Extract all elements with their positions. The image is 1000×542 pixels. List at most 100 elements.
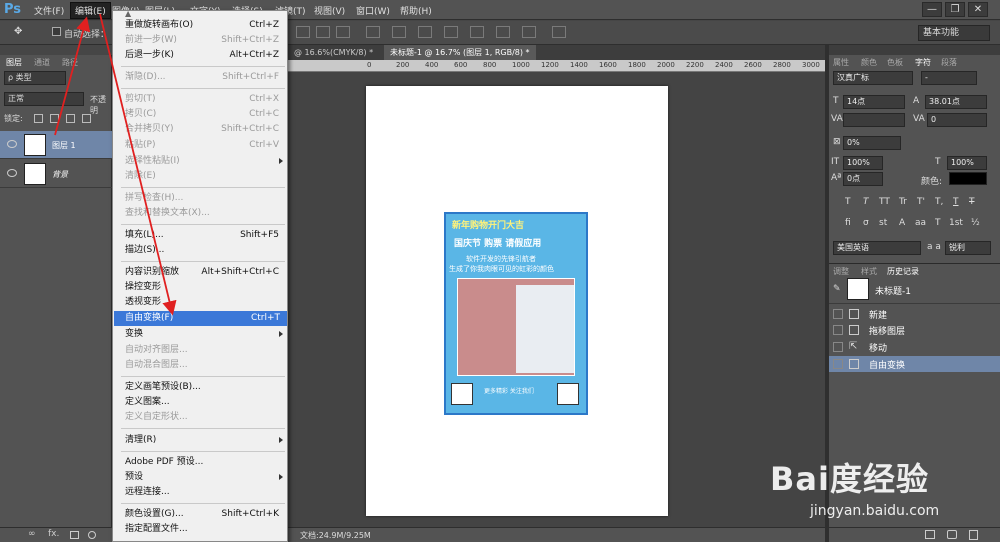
superscript-button[interactable]: T' (917, 197, 925, 207)
history-source-checkbox[interactable] (833, 359, 843, 369)
adjustment-layer-icon[interactable] (88, 531, 96, 539)
visibility-eye-icon[interactable] (7, 169, 17, 177)
history-source-checkbox[interactable] (833, 309, 843, 319)
minimize-button[interactable]: — (922, 2, 942, 17)
history-source-checkbox[interactable] (833, 325, 843, 335)
history-snapshot[interactable]: ✎ 未标题-1 (829, 276, 1000, 304)
menu-step-backward[interactable]: 后退一步(K) Alt+Ctrl+Z (125, 48, 287, 63)
menu-find-replace[interactable]: 查找和替换文本(X)... (125, 206, 287, 221)
font-style-select[interactable]: - (921, 71, 977, 85)
font-size-field[interactable]: 14点 (843, 95, 905, 109)
workspace-select[interactable]: 基本功能 (918, 25, 990, 41)
distribute-left-icon[interactable] (470, 26, 484, 38)
tab-properties[interactable]: 属性 (833, 57, 849, 68)
tab-swatches[interactable]: 色板 (887, 57, 903, 68)
menu-purge[interactable]: 清理(R) (125, 433, 287, 448)
align-bottom-icon[interactable] (336, 26, 350, 38)
leading-field[interactable]: 38.01点 (925, 95, 987, 109)
ligatures-button[interactable]: fi (845, 218, 851, 228)
menu-file[interactable]: 文件(F) (34, 4, 64, 17)
faux-italic-button[interactable]: T (863, 197, 869, 207)
horizontal-scale-field[interactable]: 100% (947, 156, 987, 170)
align-vcenter-icon[interactable] (316, 26, 330, 38)
layer-name[interactable]: 图层 1 (52, 140, 76, 151)
lock-position-icon[interactable] (66, 114, 75, 123)
menu-define-brush[interactable]: 定义画笔预设(B)... (125, 380, 287, 395)
menu-cut[interactable]: 剪切(T) Ctrl+X (125, 92, 287, 107)
all-caps-button[interactable]: TT (879, 197, 890, 207)
strikethrough-button[interactable]: T (969, 197, 975, 207)
menu-paste[interactable]: 粘贴(P) Ctrl+V (125, 138, 287, 153)
menu-fill[interactable]: 填充(L)... Shift+F5 (125, 228, 287, 243)
titling-button[interactable]: T (935, 218, 941, 228)
menu-redo-rotate[interactable]: 重做旋转画布(O) Ctrl+Z (125, 18, 287, 33)
kerning-field[interactable] (843, 113, 905, 127)
lock-pixels-icon[interactable] (50, 114, 59, 123)
small-caps-button[interactable]: Tr (899, 197, 907, 207)
tracking-field[interactable]: 0 (927, 113, 987, 127)
tab-paths[interactable]: 路径 (62, 57, 78, 68)
menu-remote-connections[interactable]: 远程连接... (125, 485, 287, 500)
menu-step-forward[interactable]: 前进一步(W) Shift+Ctrl+Z (125, 33, 287, 48)
history-item[interactable]: ⇱ 移动 (829, 339, 1000, 355)
old-style-button[interactable]: σ (863, 218, 869, 228)
layer-row-layer1[interactable]: 图层 1 (0, 131, 112, 159)
auto-select-checkbox[interactable] (52, 27, 61, 36)
menu-auto-align-layers[interactable]: 自动对齐图层... (125, 343, 287, 358)
tab-color[interactable]: 颜色 (861, 57, 877, 68)
history-item[interactable]: 新建 (829, 306, 1000, 322)
history-item[interactable]: 拖移图层 (829, 322, 1000, 338)
menu-adobe-pdf-presets[interactable]: Adobe PDF 预设... (125, 455, 287, 470)
distribute-hcenter-icon[interactable] (496, 26, 510, 38)
tab-character[interactable]: 字符 (915, 57, 931, 68)
link-layers-icon[interactable]: ∞ (28, 529, 36, 539)
menu-view[interactable]: 视图(V) (314, 4, 345, 17)
font-family-select[interactable]: 汉真广标 (833, 71, 913, 85)
lock-transparent-icon[interactable] (34, 114, 43, 123)
menu-copy-merged[interactable]: 合并拷贝(Y) Shift+Ctrl+C (125, 122, 287, 137)
menu-puppet-warp[interactable]: 操控变形 (125, 280, 287, 295)
auto-align-icon[interactable] (552, 26, 566, 38)
menu-define-pattern[interactable]: 定义图案... (125, 395, 287, 410)
menu-help[interactable]: 帮助(H) (400, 4, 432, 17)
menu-check-spelling[interactable]: 拼写检查(H)... (125, 191, 287, 206)
layer-kind-filter[interactable]: ρ 类型 (4, 71, 66, 85)
menu-content-aware-scale[interactable]: 内容识别缩放 Alt+Shift+Ctrl+C (125, 265, 287, 280)
vertical-scale-field[interactable]: 100% (843, 156, 883, 170)
swash-button[interactable]: A (899, 218, 905, 228)
lock-all-icon[interactable] (82, 114, 91, 123)
move-tool-icon[interactable]: ✥ (14, 26, 22, 37)
text-color-swatch[interactable] (949, 172, 987, 185)
visibility-eye-icon[interactable] (7, 140, 17, 148)
align-left-icon[interactable] (366, 26, 380, 38)
trash-icon[interactable] (969, 530, 978, 540)
scroll-up-icon[interactable]: ▲ (125, 9, 131, 18)
ordinals-button[interactable]: 1st (949, 218, 963, 228)
baseline-shift-field[interactable]: 0点 (843, 172, 883, 186)
menu-color-settings[interactable]: 颜色设置(G)... Shift+Ctrl+K (125, 507, 287, 522)
layer-effects-icon[interactable]: fx. (48, 529, 59, 539)
tab-layers[interactable]: 图层 (6, 57, 22, 68)
menu-fade[interactable]: 渐隐(D)... Shift+Ctrl+F (125, 70, 287, 85)
subscript-button[interactable]: T, (935, 197, 943, 207)
menu-transform[interactable]: 变换 (125, 327, 287, 342)
new-document-from-state-icon[interactable] (925, 530, 935, 539)
stylistic-alternates-button[interactable]: aa (915, 218, 926, 228)
distribute-vcenter-icon[interactable] (418, 26, 432, 38)
menu-clear[interactable]: 清除(E) (125, 169, 287, 184)
layer-row-background[interactable]: 背景 (0, 160, 112, 188)
close-button[interactable]: ✕ (968, 2, 988, 17)
underline-button[interactable]: T (953, 197, 959, 207)
menu-define-custom-shape[interactable]: 定义自定形状... (125, 410, 287, 425)
menu-auto-blend-layers[interactable]: 自动混合图层... (125, 358, 287, 373)
menu-copy[interactable]: 拷贝(C) Ctrl+C (125, 107, 287, 122)
menu-stroke[interactable]: 描边(S)... (125, 243, 287, 258)
align-top-icon[interactable] (296, 26, 310, 38)
faux-bold-button[interactable]: T (845, 197, 851, 207)
add-mask-icon[interactable] (70, 531, 79, 539)
tab-paragraph[interactable]: 段落 (941, 57, 957, 68)
menu-window[interactable]: 窗口(W) (356, 4, 390, 17)
menu-presets[interactable]: 预设 (125, 470, 287, 485)
history-item-selected[interactable]: 自由变换 (829, 356, 1000, 372)
restore-button[interactable]: ❐ (945, 2, 965, 17)
